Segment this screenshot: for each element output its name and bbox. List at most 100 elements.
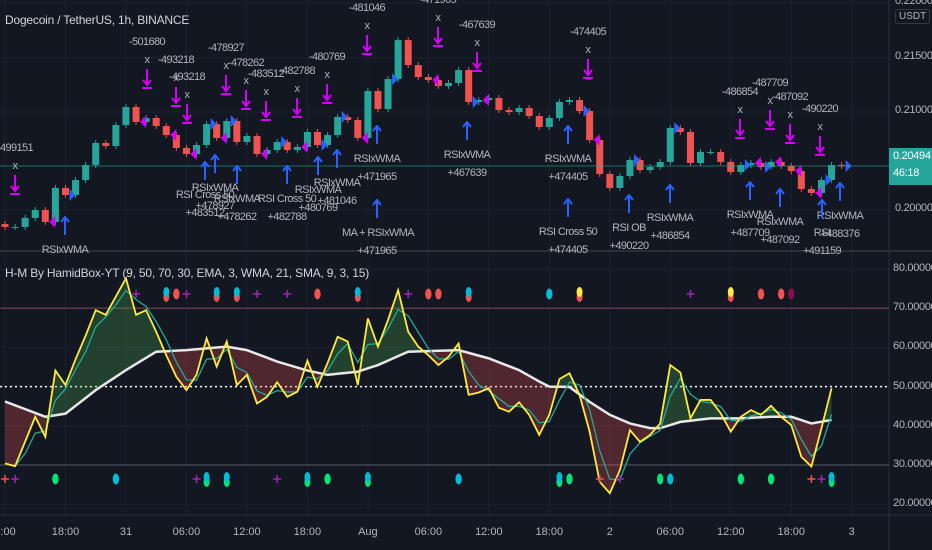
candle-up: [51, 187, 59, 222]
buy-signal-name: RSIxWMA: [443, 149, 491, 161]
plus-marker: [11, 475, 20, 483]
rsi-ma-fill: [478, 355, 489, 393]
sell-signal: -474405 x: [553, 25, 623, 79]
buy-triangle-marker: [472, 96, 479, 109]
sell-arrow-icon: [261, 101, 271, 121]
rsi-ma-fill: [488, 358, 499, 408]
plus-marker: [404, 290, 413, 298]
signal-drop-marker: [455, 473, 462, 485]
buy-arrow-icon: [210, 154, 220, 173]
indicator-tick-label: 20.00000: [893, 497, 932, 510]
buy-triangle-marker: [744, 159, 751, 172]
candle-up: [565, 100, 573, 103]
candle-down: [686, 131, 694, 163]
buy-arrow-icon: [60, 216, 70, 235]
buy-signal-value: +474405: [548, 244, 589, 256]
price-tick-label: 0.21500: [895, 50, 932, 62]
buy-triangle-marker: [674, 121, 681, 134]
buy-signal: RSI +491159: [787, 199, 857, 257]
current-price-badge: 0.20494 46:18: [889, 148, 932, 185]
candle-up: [11, 226, 19, 228]
sell-signal-value: -467639: [458, 19, 496, 31]
time-tick-label: 06:00: [172, 526, 201, 538]
time-tick-label: 31: [119, 526, 133, 538]
buy-signal-name: RSIxWMA: [646, 212, 694, 224]
candle-up: [92, 142, 100, 166]
candle-down: [586, 111, 594, 141]
rsi-ma-fill: [539, 381, 550, 435]
indicator-title[interactable]: H-M By HamidBox-YT (9, 50, 70, 30, EMA, …: [5, 266, 369, 280]
candle-up: [82, 165, 90, 181]
candle-down: [525, 107, 533, 117]
candle-down: [354, 120, 362, 138]
sell-signal-mark: x: [184, 89, 191, 101]
buy-arrow-icon: [372, 125, 382, 144]
sell-arrow-icon: [735, 119, 745, 139]
indicator-tick-label: 50.00000: [893, 379, 932, 392]
sell-signal: -482788 x: [262, 64, 332, 118]
time-tick-label: 12:00: [716, 526, 745, 538]
candle-up: [112, 125, 120, 147]
plus-marker: [807, 475, 816, 483]
plus-marker: [817, 475, 826, 483]
candle-up: [334, 117, 342, 136]
candle-up: [445, 82, 453, 87]
buy-signal-name: MA + RSIxWMA: [342, 227, 415, 239]
sell-signal: -480769 x: [292, 50, 362, 104]
signal-drop-marker: [566, 473, 573, 485]
sell-signal-mark: x: [364, 20, 371, 32]
sell-signal-mark: x: [12, 160, 19, 172]
signal-drop-marker: [173, 288, 180, 300]
candle-down: [374, 91, 382, 110]
sell-signal: -499151 x: [0, 141, 50, 195]
candle-down: [182, 147, 190, 155]
buy-arrow-icon: [563, 198, 573, 217]
buy-signal-value: +467639: [447, 167, 488, 179]
signal-drop-marker: [737, 473, 745, 485]
sell-signal-value: -471965: [419, 0, 457, 6]
sell-signal-mark: x: [474, 37, 481, 49]
sell-triangle-marker: [754, 156, 761, 169]
signal-drop-marker: [354, 287, 361, 297]
buy-signal-name: RSI Cross 50: [538, 226, 598, 238]
candle-down: [152, 117, 160, 127]
buy-signal-name: RSIxWMA: [353, 153, 401, 165]
plus-marker: [1, 475, 9, 483]
candle-up: [21, 217, 29, 227]
plus-marker: [686, 290, 695, 298]
signal-drop-marker: [223, 472, 230, 482]
signal-drop-marker: [576, 287, 583, 297]
candle-up: [122, 107, 130, 126]
buy-signal: RSIxWMA +471965: [342, 125, 412, 183]
candle-up: [31, 210, 39, 218]
time-tick-label: 12:00: [233, 526, 261, 538]
indicator-tick-label: 40.00000: [893, 418, 932, 431]
buy-arrow-icon: [462, 121, 472, 140]
time-tick-label: 06:00: [414, 526, 443, 538]
rsi-ma-fill: [146, 310, 157, 358]
sell-signal-mark: x: [585, 44, 592, 56]
candle-down: [313, 131, 321, 146]
candle-up: [555, 102, 563, 118]
time-tick-label: 18:00: [51, 526, 80, 538]
signal-drop-marker: [233, 287, 240, 297]
candle-down: [1, 224, 9, 227]
buy-signal: RSIxWMA +467639: [432, 121, 502, 179]
time-tick-label: 2: [606, 526, 613, 538]
rsi-ma-fill: [670, 365, 681, 426]
candle-down: [787, 166, 795, 171]
candle-down: [61, 187, 69, 196]
candle-up: [203, 124, 211, 146]
candle-up: [697, 151, 705, 163]
sell-arrow-icon: [10, 175, 20, 195]
signal-drop-marker: [52, 473, 59, 485]
rsi-ma-fill: [801, 420, 812, 467]
indicator-tick-label: 30.00000: [893, 458, 932, 470]
candle-down: [102, 142, 110, 147]
candle-down: [505, 110, 513, 113]
candle-down: [414, 65, 422, 78]
sell-signal-mark: x: [324, 69, 331, 81]
currency-label[interactable]: USDT: [895, 9, 931, 24]
buy-triangle-marker: [341, 111, 348, 123]
signal-drop-marker: [213, 287, 220, 297]
